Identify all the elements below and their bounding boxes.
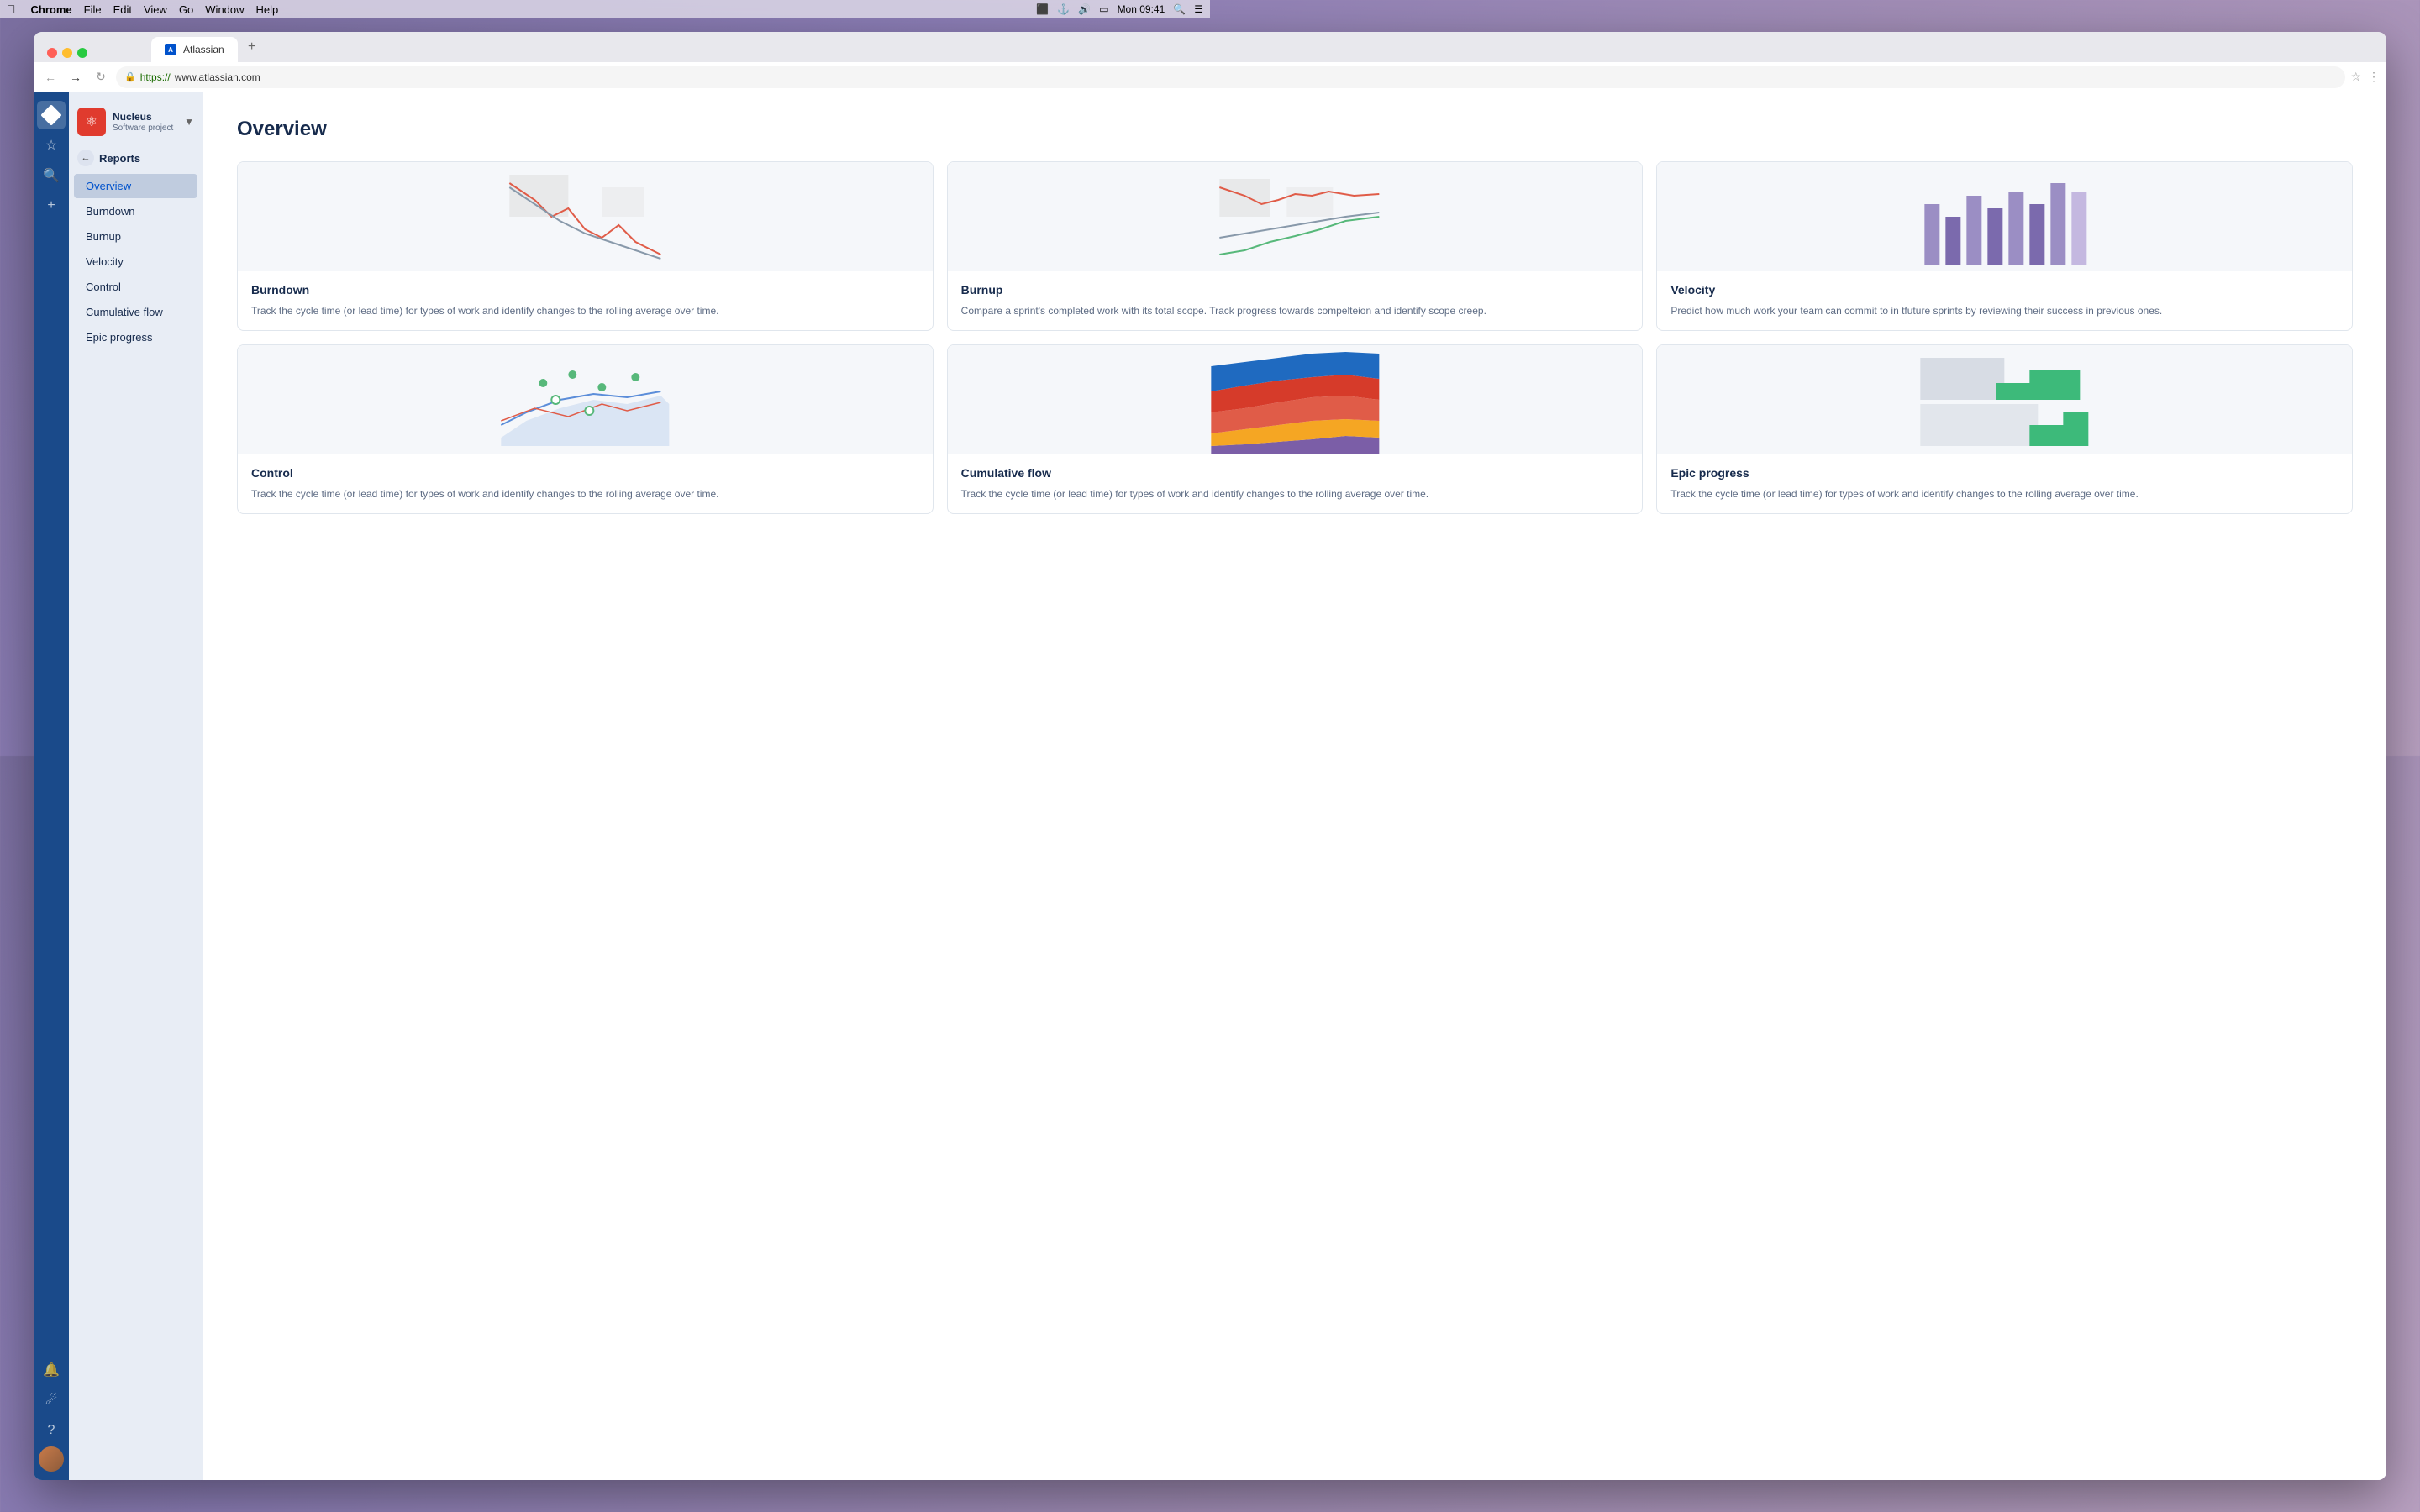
ssl-lock-icon: 🔒: [124, 71, 136, 82]
sidebar-create-icon[interactable]: +: [37, 192, 66, 220]
nav-item-velocity[interactable]: Velocity: [74, 249, 197, 274]
project-chevron-icon: ▼: [184, 116, 194, 128]
card-control[interactable]: Control Track the cycle time (or lead ti…: [237, 344, 934, 514]
new-tab-button[interactable]: +: [241, 36, 263, 58]
volume-icon: 🔊: [1078, 3, 1091, 15]
card-burnup[interactable]: Burnup Compare a sprint's completed work…: [947, 161, 1644, 331]
nav-back-button[interactable]: ←: [77, 150, 94, 166]
airplay-icon: ⬛: [1036, 3, 1049, 15]
sidebar-apps-icon[interactable]: ☄: [37, 1386, 66, 1415]
menu-edit[interactable]: Edit: [113, 3, 132, 16]
sidebar-starred-icon[interactable]: ☆: [37, 131, 66, 160]
refresh-button[interactable]: ↻: [91, 67, 111, 87]
search-icon[interactable]: 🔍: [1173, 3, 1186, 15]
cumflow-chart: [948, 345, 1643, 454]
card-burndown[interactable]: Burndown Track the cycle time (or lead t…: [237, 161, 934, 331]
fullscreen-button[interactable]: [77, 48, 87, 58]
control-title: Control: [251, 466, 919, 480]
velocity-title: Velocity: [1670, 283, 2338, 297]
card-cumulative-flow[interactable]: Cumulative flow Track the cycle time (or…: [947, 344, 1644, 514]
card-epic-progress[interactable]: Epic progress Track the cycle time (or l…: [1656, 344, 2353, 514]
url-domain: www.atlassian.com: [175, 71, 260, 83]
project-type: Software project: [113, 123, 177, 133]
sidebar-home-icon[interactable]: [37, 101, 66, 129]
browser-window: A Atlassian + ← → ↻ 🔒 https:// www.atlas…: [34, 32, 2386, 1480]
cumflow-desc: Track the cycle time (or lead time) for …: [961, 486, 1629, 501]
clock: Mon 09:41: [1118, 3, 1165, 15]
close-button[interactable]: [47, 48, 57, 58]
menu-bar:  Chrome File Edit View Go Window Help ⬛…: [0, 0, 1210, 18]
main-content: Overview: [203, 92, 2386, 1480]
velocity-card-body: Velocity Predict how much work your team…: [1657, 271, 2352, 330]
active-tab[interactable]: A Atlassian: [151, 37, 238, 62]
epic-desc: Track the cycle time (or lead time) for …: [1670, 486, 2338, 501]
app-content: ☆ 🔍 + 🔔 ☄ ? ⚛ Nucleus Software project ▼: [34, 92, 2386, 1480]
menu-window[interactable]: Window: [205, 3, 244, 16]
url-https: https://: [140, 71, 171, 83]
forward-button[interactable]: →: [66, 67, 86, 87]
tab-bar: A Atlassian +: [34, 32, 2386, 62]
burnup-desc: Compare a sprint's completed work with i…: [961, 303, 1629, 318]
url-bar[interactable]: 🔒 https:// www.atlassian.com: [116, 66, 2345, 88]
tab-label: Atlassian: [183, 44, 224, 55]
back-button[interactable]: ←: [40, 67, 60, 87]
bookmark-icon[interactable]: ☆: [2350, 70, 2361, 84]
epic-card-body: Epic progress Track the cycle time (or l…: [1657, 454, 2352, 513]
more-options-icon[interactable]: ⋮: [2368, 70, 2380, 84]
browser-chrome: A Atlassian + ← → ↻ 🔒 https:// www.atlas…: [34, 32, 2386, 92]
control-card-body: Control Track the cycle time (or lead ti…: [238, 454, 933, 513]
velocity-desc: Predict how much work your team can comm…: [1670, 303, 2338, 318]
epic-chart: [1657, 345, 2352, 454]
project-name: Nucleus: [113, 111, 177, 123]
battery-icon: ▭: [1099, 3, 1108, 15]
project-info: Nucleus Software project: [113, 111, 177, 132]
card-velocity[interactable]: Velocity Predict how much work your team…: [1656, 161, 2353, 331]
menu-help[interactable]: Help: [256, 3, 279, 16]
burnup-title: Burnup: [961, 283, 1629, 297]
burndown-desc: Track the cycle time (or lead time) for …: [251, 303, 919, 318]
nav-item-cumulative-flow[interactable]: Cumulative flow: [74, 300, 197, 324]
cumflow-card-body: Cumulative flow Track the cycle time (or…: [948, 454, 1643, 513]
menu-file[interactable]: File: [84, 3, 102, 16]
menu-chrome[interactable]: Chrome: [31, 3, 72, 16]
minimize-button[interactable]: [62, 48, 72, 58]
page-title: Overview: [237, 118, 2353, 141]
burndown-title: Burndown: [251, 283, 919, 297]
cumflow-title: Cumulative flow: [961, 466, 1629, 480]
burndown-card-body: Burndown Track the cycle time (or lead t…: [238, 271, 933, 330]
burndown-chart: [238, 162, 933, 271]
sidebar-help-icon[interactable]: ?: [37, 1416, 66, 1445]
nav-section-label: Reports: [99, 152, 140, 165]
menu-list-icon[interactable]: ☰: [1194, 3, 1203, 15]
address-bar: ← → ↻ 🔒 https:// www.atlassian.com ☆ ⋮: [34, 62, 2386, 92]
epic-title: Epic progress: [1670, 466, 2338, 480]
cards-grid: Burndown Track the cycle time (or lead t…: [237, 161, 2353, 514]
nav-section-reports[interactable]: ← Reports: [69, 143, 203, 173]
velocity-chart: [1657, 162, 2352, 271]
wifi-icon: ⚓: [1057, 3, 1070, 15]
sidebar-icons: ☆ 🔍 + 🔔 ☄ ?: [34, 92, 69, 1480]
control-desc: Track the cycle time (or lead time) for …: [251, 486, 919, 501]
nav-item-control[interactable]: Control: [74, 275, 197, 299]
nav-item-overview[interactable]: Overview: [74, 174, 197, 198]
project-header[interactable]: ⚛ Nucleus Software project ▼: [69, 101, 203, 143]
burnup-card-body: Burnup Compare a sprint's completed work…: [948, 271, 1643, 330]
nav-item-epic-progress[interactable]: Epic progress: [74, 325, 197, 349]
sidebar-search-icon[interactable]: 🔍: [37, 161, 66, 190]
apple-menu[interactable]: : [7, 3, 16, 16]
burnup-chart: [948, 162, 1643, 271]
user-avatar[interactable]: [39, 1446, 64, 1472]
traffic-lights: [47, 48, 87, 58]
menu-view[interactable]: View: [144, 3, 167, 16]
nav-item-burnup[interactable]: Burnup: [74, 224, 197, 249]
tab-favicon: A: [165, 44, 176, 55]
project-nav: ⚛ Nucleus Software project ▼ ← Reports O…: [69, 92, 203, 1480]
project-icon: ⚛: [77, 108, 106, 136]
control-chart: [238, 345, 933, 454]
sidebar-notifications-icon[interactable]: 🔔: [37, 1356, 66, 1384]
nav-item-burndown[interactable]: Burndown: [74, 199, 197, 223]
menu-go[interactable]: Go: [179, 3, 193, 16]
